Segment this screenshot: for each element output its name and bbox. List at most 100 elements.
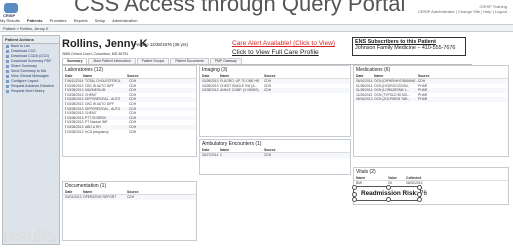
tab-summary[interactable]: Summary bbox=[62, 58, 88, 64]
table-row[interactable]: 04/01/2013 OPERATIVE REPORT CDH bbox=[63, 195, 196, 200]
sidebar-item-label: Download CCD bbox=[11, 49, 36, 53]
patient-actions-sidebar: Patient Actions Back to List Download CC… bbox=[2, 35, 60, 245]
care-profile-link[interactable]: Click to View Full Care Profile bbox=[232, 49, 319, 56]
result-flag-icon bbox=[65, 79, 66, 82]
table-cell: 1 bbox=[220, 153, 222, 157]
panel-title: Laboratories (12) bbox=[65, 67, 104, 73]
table-cell: OPERATIVE REPORT bbox=[83, 195, 117, 199]
sidebar-title: Patient Actions bbox=[3, 36, 59, 44]
banner-title: CSS Access through Query Portal bbox=[74, 0, 406, 16]
col-source: Source bbox=[264, 148, 276, 152]
summary-tabs: Summary More Patient Information Patient G… bbox=[62, 58, 472, 65]
result-flag-icon bbox=[65, 88, 66, 92]
encounters-rows: 06/27/2014 1 CDH bbox=[200, 153, 350, 158]
resize-handle[interactable] bbox=[352, 197, 357, 202]
col-name: Name bbox=[220, 148, 230, 152]
crisp-logo-icon bbox=[4, 3, 18, 13]
col-source: Source bbox=[127, 190, 139, 194]
documentation-panel: Documentation (1) Date Name Source 04/01/2… bbox=[62, 181, 197, 241]
document-icon bbox=[6, 84, 9, 88]
resize-handle[interactable] bbox=[386, 185, 391, 190]
table-cell: PHAR bbox=[418, 97, 428, 102]
table-cell: CDH bbox=[127, 195, 135, 199]
col-name: Name bbox=[220, 74, 230, 78]
sidebar-item-label: Request Advance Directive bbox=[11, 84, 55, 88]
nav-my-results[interactable]: My Results bbox=[0, 18, 20, 23]
table-cell: CDH bbox=[264, 88, 272, 93]
table-row[interactable]: 06/27/2014 1 CDH bbox=[200, 153, 350, 158]
resize-handle[interactable] bbox=[352, 185, 357, 190]
tab-patient-groups[interactable]: Patient Groups bbox=[136, 58, 170, 64]
tab-more-info[interactable]: More Patient Information bbox=[88, 58, 136, 64]
result-flag-icon bbox=[65, 83, 66, 87]
col-date: Date bbox=[202, 148, 210, 152]
col-date: Date bbox=[65, 74, 73, 78]
laboratories-panel: Laboratories (12) Date Name Source 06/11/2… bbox=[62, 65, 197, 157]
document-icon bbox=[6, 89, 9, 93]
care-alert-link[interactable]: Care Alert Available! (Click to View) bbox=[232, 40, 335, 47]
medications-panel: Medications (6) Date Name Source 06/10/201… bbox=[353, 65, 509, 157]
resize-handle[interactable] bbox=[417, 192, 422, 197]
nav-setup[interactable]: Setup bbox=[95, 18, 105, 23]
nav-providers[interactable]: Providers bbox=[50, 18, 67, 23]
table-row[interactable]: 03/28/2013 ANKLE COMP. (3 VIEWS) CDH bbox=[200, 88, 350, 93]
panel-title: Medications (6) bbox=[356, 67, 391, 73]
sidebar-item-label: Share Summary bbox=[11, 64, 37, 68]
patient-address: 2865 Oxford Court, Columbus, MD 56751 bbox=[62, 52, 129, 56]
nav-administration[interactable]: Administration bbox=[112, 18, 137, 23]
tab-pmp-gateway[interactable]: PMP Gateway bbox=[209, 58, 242, 64]
table-cell: 06/27/2014 bbox=[202, 153, 219, 157]
resize-handle[interactable] bbox=[352, 192, 357, 197]
sidebar-item-label: Back to List bbox=[11, 44, 30, 48]
table-cell: 09/04/2013 bbox=[356, 97, 373, 102]
sidebar-item-label: Send Summary to MA bbox=[11, 69, 47, 73]
documentation-rows: 04/01/2013 OPERATIVE REPORT CDH bbox=[63, 195, 196, 200]
imaging-panel: Imaging (3) Date Name Source 03/28/2013 FLU… bbox=[199, 65, 351, 137]
panel-title: Imaging (3) bbox=[202, 67, 228, 73]
result-flag-icon bbox=[65, 124, 66, 128]
user-links[interactable]: CRISP Administrator | Change Site | Help… bbox=[418, 9, 507, 14]
medications-rows: 06/10/2014 OCN (DIPHENHYDRAMINE... CDH 01/2… bbox=[354, 79, 508, 102]
panel-title: Vitals (2) bbox=[356, 169, 376, 175]
table-row[interactable]: 03/28/2013 HCG pregnancy CDH bbox=[63, 129, 196, 135]
table-row[interactable]: 09/04/2013 OCN (ZOLPIDEM TAR... PHAR bbox=[354, 97, 508, 102]
result-flag-icon bbox=[65, 129, 66, 133]
labs-rows: 06/11/2014 TOTAL CHOLESTEROL CDH 03/28/2013… bbox=[63, 79, 196, 134]
table-cell: 03/28/2013 bbox=[202, 88, 219, 93]
sidebar-item-label: View Clinical Messages bbox=[11, 74, 49, 78]
readmission-risk-box[interactable]: Readmission Risk: 76 bbox=[352, 185, 427, 202]
patient-demographics: Female 12/28/1976 (36 yrs) bbox=[134, 42, 188, 47]
col-source: Source bbox=[418, 74, 430, 78]
col-date: Date bbox=[356, 74, 364, 78]
col-source: Source bbox=[264, 74, 276, 78]
resize-handle[interactable] bbox=[417, 185, 422, 190]
readmission-label: Readmission Risk: bbox=[361, 190, 419, 197]
table-cell: ANKLE COMP. (3 VIEWS) bbox=[220, 88, 259, 93]
result-flag-icon bbox=[65, 115, 66, 119]
table-cell: CDH bbox=[129, 129, 137, 134]
sidebar-item-med-history[interactable]: Request Med History bbox=[3, 89, 59, 94]
tab-patient-documents[interactable]: Patient Documents bbox=[170, 58, 209, 64]
col-date: Date bbox=[202, 74, 210, 78]
sidebar-item-label: Download C32/A (CCD) bbox=[11, 54, 49, 58]
main-nav: My Results Patients Providers Reports Se… bbox=[0, 18, 513, 25]
result-flag-icon bbox=[65, 101, 66, 105]
col-name: Name bbox=[374, 74, 384, 78]
gear-icon bbox=[6, 79, 9, 83]
imaging-rows: 03/28/2013 FLUORO, UP TO ONE HR CDH 03/28/2… bbox=[200, 79, 350, 93]
resize-handle[interactable] bbox=[386, 197, 391, 202]
panel-title: Ambulatory Encounters (1) bbox=[202, 141, 262, 147]
panel-title: Documentation (1) bbox=[65, 183, 107, 189]
ens-subscribers-box: ENS Subscribers to this Patient Johnson … bbox=[352, 37, 466, 56]
results-watermark: results bbox=[3, 226, 56, 246]
table-cell: 04/01/2013 bbox=[65, 195, 82, 199]
nav-reports[interactable]: Reports bbox=[74, 18, 88, 23]
sidebar-item-label: Configure Layout bbox=[11, 79, 39, 83]
col-date: Date bbox=[65, 190, 73, 194]
encounters-panel: Ambulatory Encounters (1) Date Name Source… bbox=[199, 139, 351, 175]
nav-patients[interactable]: Patients bbox=[27, 18, 43, 23]
col-name: Name bbox=[356, 176, 366, 180]
table-cell: CDH bbox=[264, 153, 272, 157]
col-source: Source bbox=[127, 74, 139, 78]
resize-handle[interactable] bbox=[417, 197, 422, 202]
